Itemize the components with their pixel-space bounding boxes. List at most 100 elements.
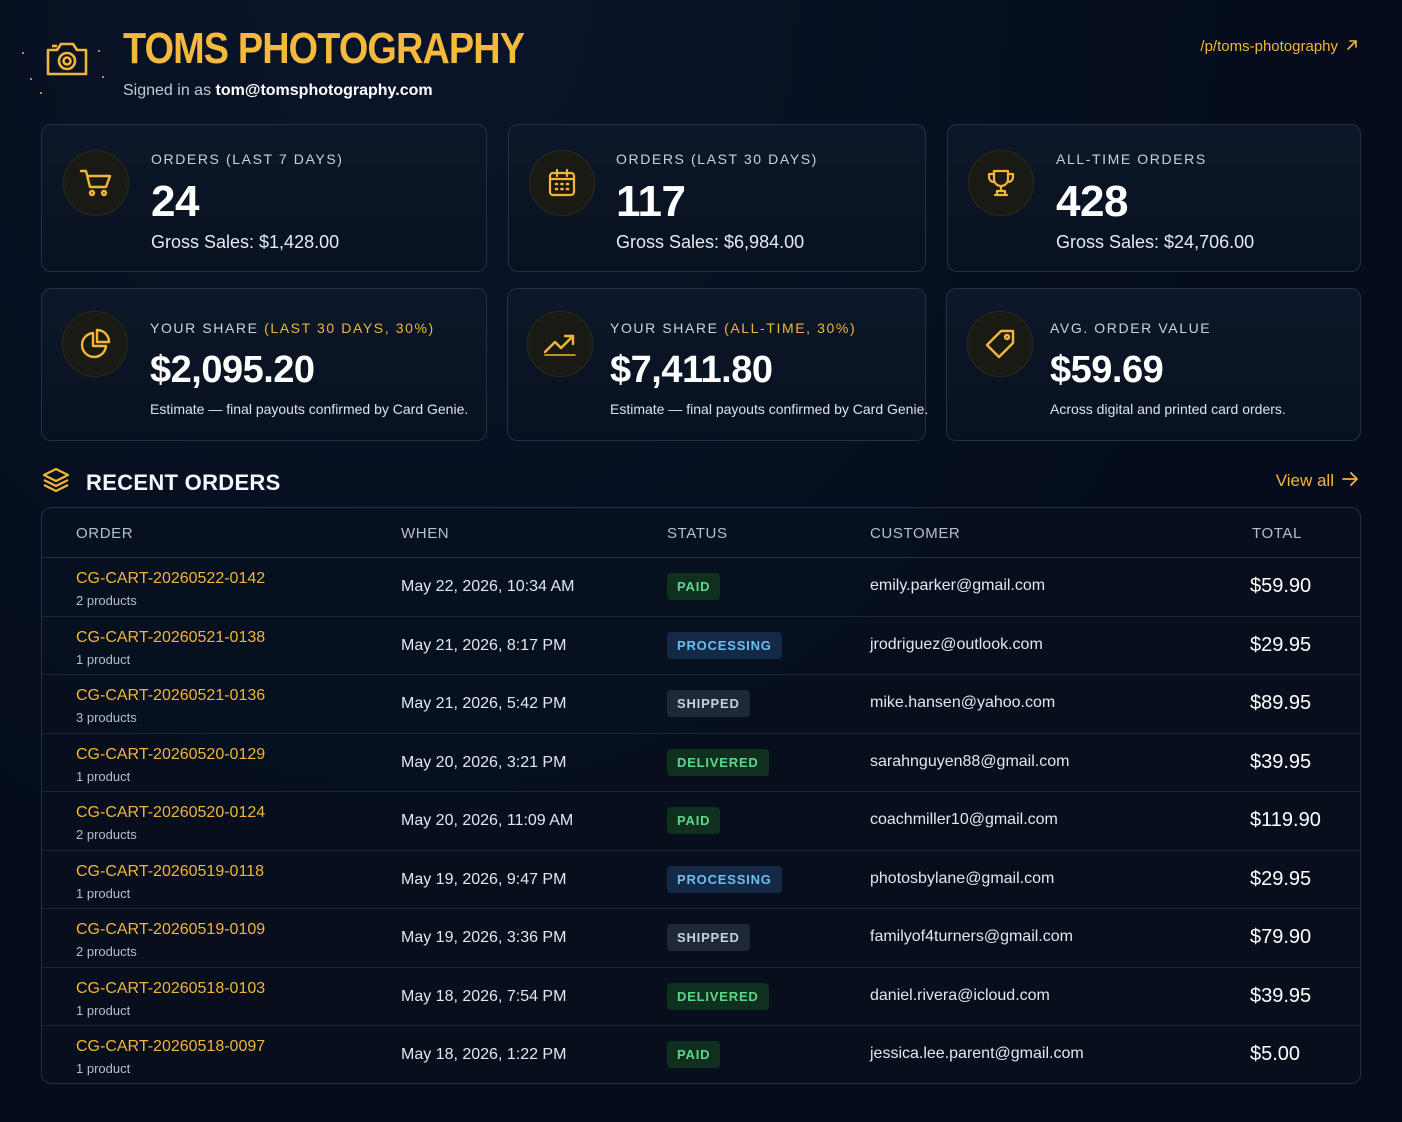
arrow-right-icon xyxy=(1342,471,1358,491)
view-all-label: View all xyxy=(1275,471,1334,490)
column-header-status: STATUS xyxy=(667,525,728,542)
order-id-link[interactable]: CG-CART-20260518-0097 xyxy=(76,1038,265,1056)
trending-up-icon xyxy=(527,311,593,377)
order-id-link[interactable]: CG-CART-20260520-0124 xyxy=(76,804,265,822)
order-date: May 21, 2026, 5:42 PM xyxy=(401,695,567,712)
order-date: May 18, 2026, 1:22 PM xyxy=(401,1046,567,1063)
order-date: May 19, 2026, 3:36 PM xyxy=(401,929,567,946)
table-row[interactable]: CG-CART-20260519-0118 1 product May 19, 20… xyxy=(42,851,1360,909)
column-header-order: ORDER xyxy=(76,525,134,542)
status-badge: DELIVERED xyxy=(667,982,769,1010)
stat-card-orders-30-days: ORDERS (LAST 30 DAYS) 117 Gross Sales: $… xyxy=(508,124,926,272)
section-title: RECENT ORDERS xyxy=(86,469,281,495)
product-count: 1 product xyxy=(76,885,131,901)
cart-icon xyxy=(63,150,129,216)
table-row[interactable]: CG-CART-20260522-0142 2 products May 22, 2… xyxy=(42,558,1360,617)
order-total: $39.95 xyxy=(1250,750,1312,773)
order-id-link[interactable]: CG-CART-20260522-0142 xyxy=(76,570,265,588)
stat-card-orders-7-days: ORDERS (LAST 7 DAYS) 24 Gross Sales: $1,… xyxy=(41,124,487,272)
product-count: 2 products xyxy=(76,944,137,959)
customer-email: jrodriguez@outlook.com xyxy=(870,635,1043,653)
table-row[interactable]: CG-CART-20260518-0103 1 product May 18, 20… xyxy=(42,968,1360,1026)
stat-card-all-time-orders: ALL-TIME ORDERS 428 Gross Sales: $24,706… xyxy=(947,124,1361,272)
order-total: $29.95 xyxy=(1250,867,1312,890)
order-id-link[interactable]: CG-CART-20260518-0103 xyxy=(76,980,265,998)
order-total: $39.95 xyxy=(1250,984,1312,1007)
profile-link[interactable]: /p/toms-photography xyxy=(1200,38,1358,55)
order-date: May 21, 2026, 8:17 PM xyxy=(401,636,567,654)
arrow-up-right-icon xyxy=(1346,38,1358,55)
customer-email: mike.hansen@yahoo.com xyxy=(870,694,1056,711)
product-count: 1 product xyxy=(76,1002,131,1018)
status-badge: DELIVERED xyxy=(667,748,769,776)
order-id-link[interactable]: CG-CART-20260519-0118 xyxy=(76,863,264,881)
product-count: 2 products xyxy=(76,593,137,608)
stat-value: 24 xyxy=(151,177,199,226)
table-row[interactable]: CG-CART-20260521-0138 1 product May 21, 20… xyxy=(42,617,1360,675)
stat-subtext: Across digital and printed card orders. xyxy=(1050,401,1286,417)
table-row[interactable]: CG-CART-20260520-0124 2 products May 20, 2… xyxy=(42,792,1360,851)
status-badge: SHIPPED xyxy=(667,690,750,717)
product-count: 1 product xyxy=(76,768,131,784)
stat-value: $7,411.80 xyxy=(610,349,773,391)
stat-value: $59.69 xyxy=(1050,349,1164,391)
order-date: May 19, 2026, 9:47 PM xyxy=(401,870,567,888)
table-row[interactable]: CG-CART-20260519-0109 2 products May 19, 2… xyxy=(42,909,1360,968)
order-total: $5.00 xyxy=(1250,1043,1301,1065)
table-header: ORDER WHEN STATUS CUSTOMER TOTAL xyxy=(42,508,1360,558)
order-id-link[interactable]: CG-CART-20260519-0109 xyxy=(76,921,265,939)
stat-card-avg-order-value: AVG. ORDER VALUE $59.69 Across digital a… xyxy=(946,288,1361,441)
table-row[interactable]: CG-CART-20260521-0136 3 products May 21, 2… xyxy=(42,675,1360,734)
table-row[interactable]: CG-CART-20260520-0129 1 product May 20, 20… xyxy=(42,734,1360,792)
stat-label-accent: (LAST 30 DAYS, 30%) xyxy=(264,320,435,336)
column-header-when: WHEN xyxy=(401,525,450,542)
product-count: 1 product xyxy=(76,1061,131,1076)
signed-in-text: Signed in as tom@tomsphotography.com xyxy=(123,82,433,100)
stat-value: 117 xyxy=(616,177,686,226)
stat-subtext: Gross Sales: $1,428.00 xyxy=(151,232,340,252)
column-header-customer: CUSTOMER xyxy=(870,525,961,542)
order-id-link[interactable]: CG-CART-20260520-0129 xyxy=(76,746,265,764)
product-count: 3 products xyxy=(76,710,137,725)
stat-value: 428 xyxy=(1056,177,1128,226)
order-total: $29.95 xyxy=(1250,633,1312,656)
order-date: May 20, 2026, 3:21 PM xyxy=(401,753,567,771)
table-row[interactable]: CG-CART-20260518-0097 1 product May 18, 20… xyxy=(42,1026,1360,1083)
logo xyxy=(22,22,106,98)
customer-email: emily.parker@gmail.com xyxy=(870,577,1046,594)
stat-card-share-all-time: YOUR SHARE (ALL-TIME, 30%) $7,411.80 Est… xyxy=(507,288,929,441)
order-date: May 20, 2026, 11:09 AM xyxy=(401,812,574,829)
stat-subtext: Estimate — final payouts confirmed by Ca… xyxy=(150,401,469,417)
view-all-link[interactable]: View all xyxy=(1276,471,1358,491)
order-id-link[interactable]: CG-CART-20260521-0138 xyxy=(76,629,265,647)
status-badge: PAID xyxy=(667,573,721,600)
stat-label: AVG. ORDER VALUE xyxy=(1050,320,1212,336)
recent-orders-heading: RECENT ORDERS xyxy=(42,466,281,499)
status-badge: PAID xyxy=(667,807,721,834)
stat-label-text: YOUR SHARE xyxy=(150,320,259,336)
product-count: 1 product xyxy=(76,651,131,667)
stat-label-text: YOUR SHARE xyxy=(610,320,719,336)
status-badge: PROCESSING xyxy=(667,865,782,893)
page-header: TOMS PHOTOGRAPHY Signed in as tom@tomsph… xyxy=(0,0,1402,120)
order-id-link[interactable]: CG-CART-20260521-0136 xyxy=(76,687,265,705)
pie-chart-icon xyxy=(62,311,128,377)
order-total: $119.90 xyxy=(1250,809,1321,831)
stat-label: ORDERS (LAST 30 DAYS) xyxy=(616,151,818,167)
signed-in-email: tom@tomsphotography.com xyxy=(215,82,433,99)
status-badge: PROCESSING xyxy=(667,631,782,659)
brand-title: TOMS PHOTOGRAPHY xyxy=(123,24,525,73)
stat-label: YOUR SHARE (ALL-TIME, 30%) xyxy=(610,320,856,336)
stat-label: ALL-TIME ORDERS xyxy=(1056,151,1207,167)
stat-subtext: Gross Sales: $6,984.00 xyxy=(616,232,805,252)
stat-subtext: Estimate — final payouts confirmed by Ca… xyxy=(610,401,929,417)
camera-icon xyxy=(44,38,90,83)
customer-email: coachmiller10@gmail.com xyxy=(870,811,1058,828)
customer-email: familyof4turners@gmail.com xyxy=(870,928,1073,945)
product-count: 2 products xyxy=(76,827,137,842)
signed-in-prefix: Signed in as xyxy=(123,82,212,99)
customer-email: sarahnguyen88@gmail.com xyxy=(870,752,1070,770)
order-date: May 18, 2026, 7:54 PM xyxy=(401,987,567,1005)
calendar-icon xyxy=(529,150,595,216)
order-total: $89.95 xyxy=(1250,692,1312,714)
